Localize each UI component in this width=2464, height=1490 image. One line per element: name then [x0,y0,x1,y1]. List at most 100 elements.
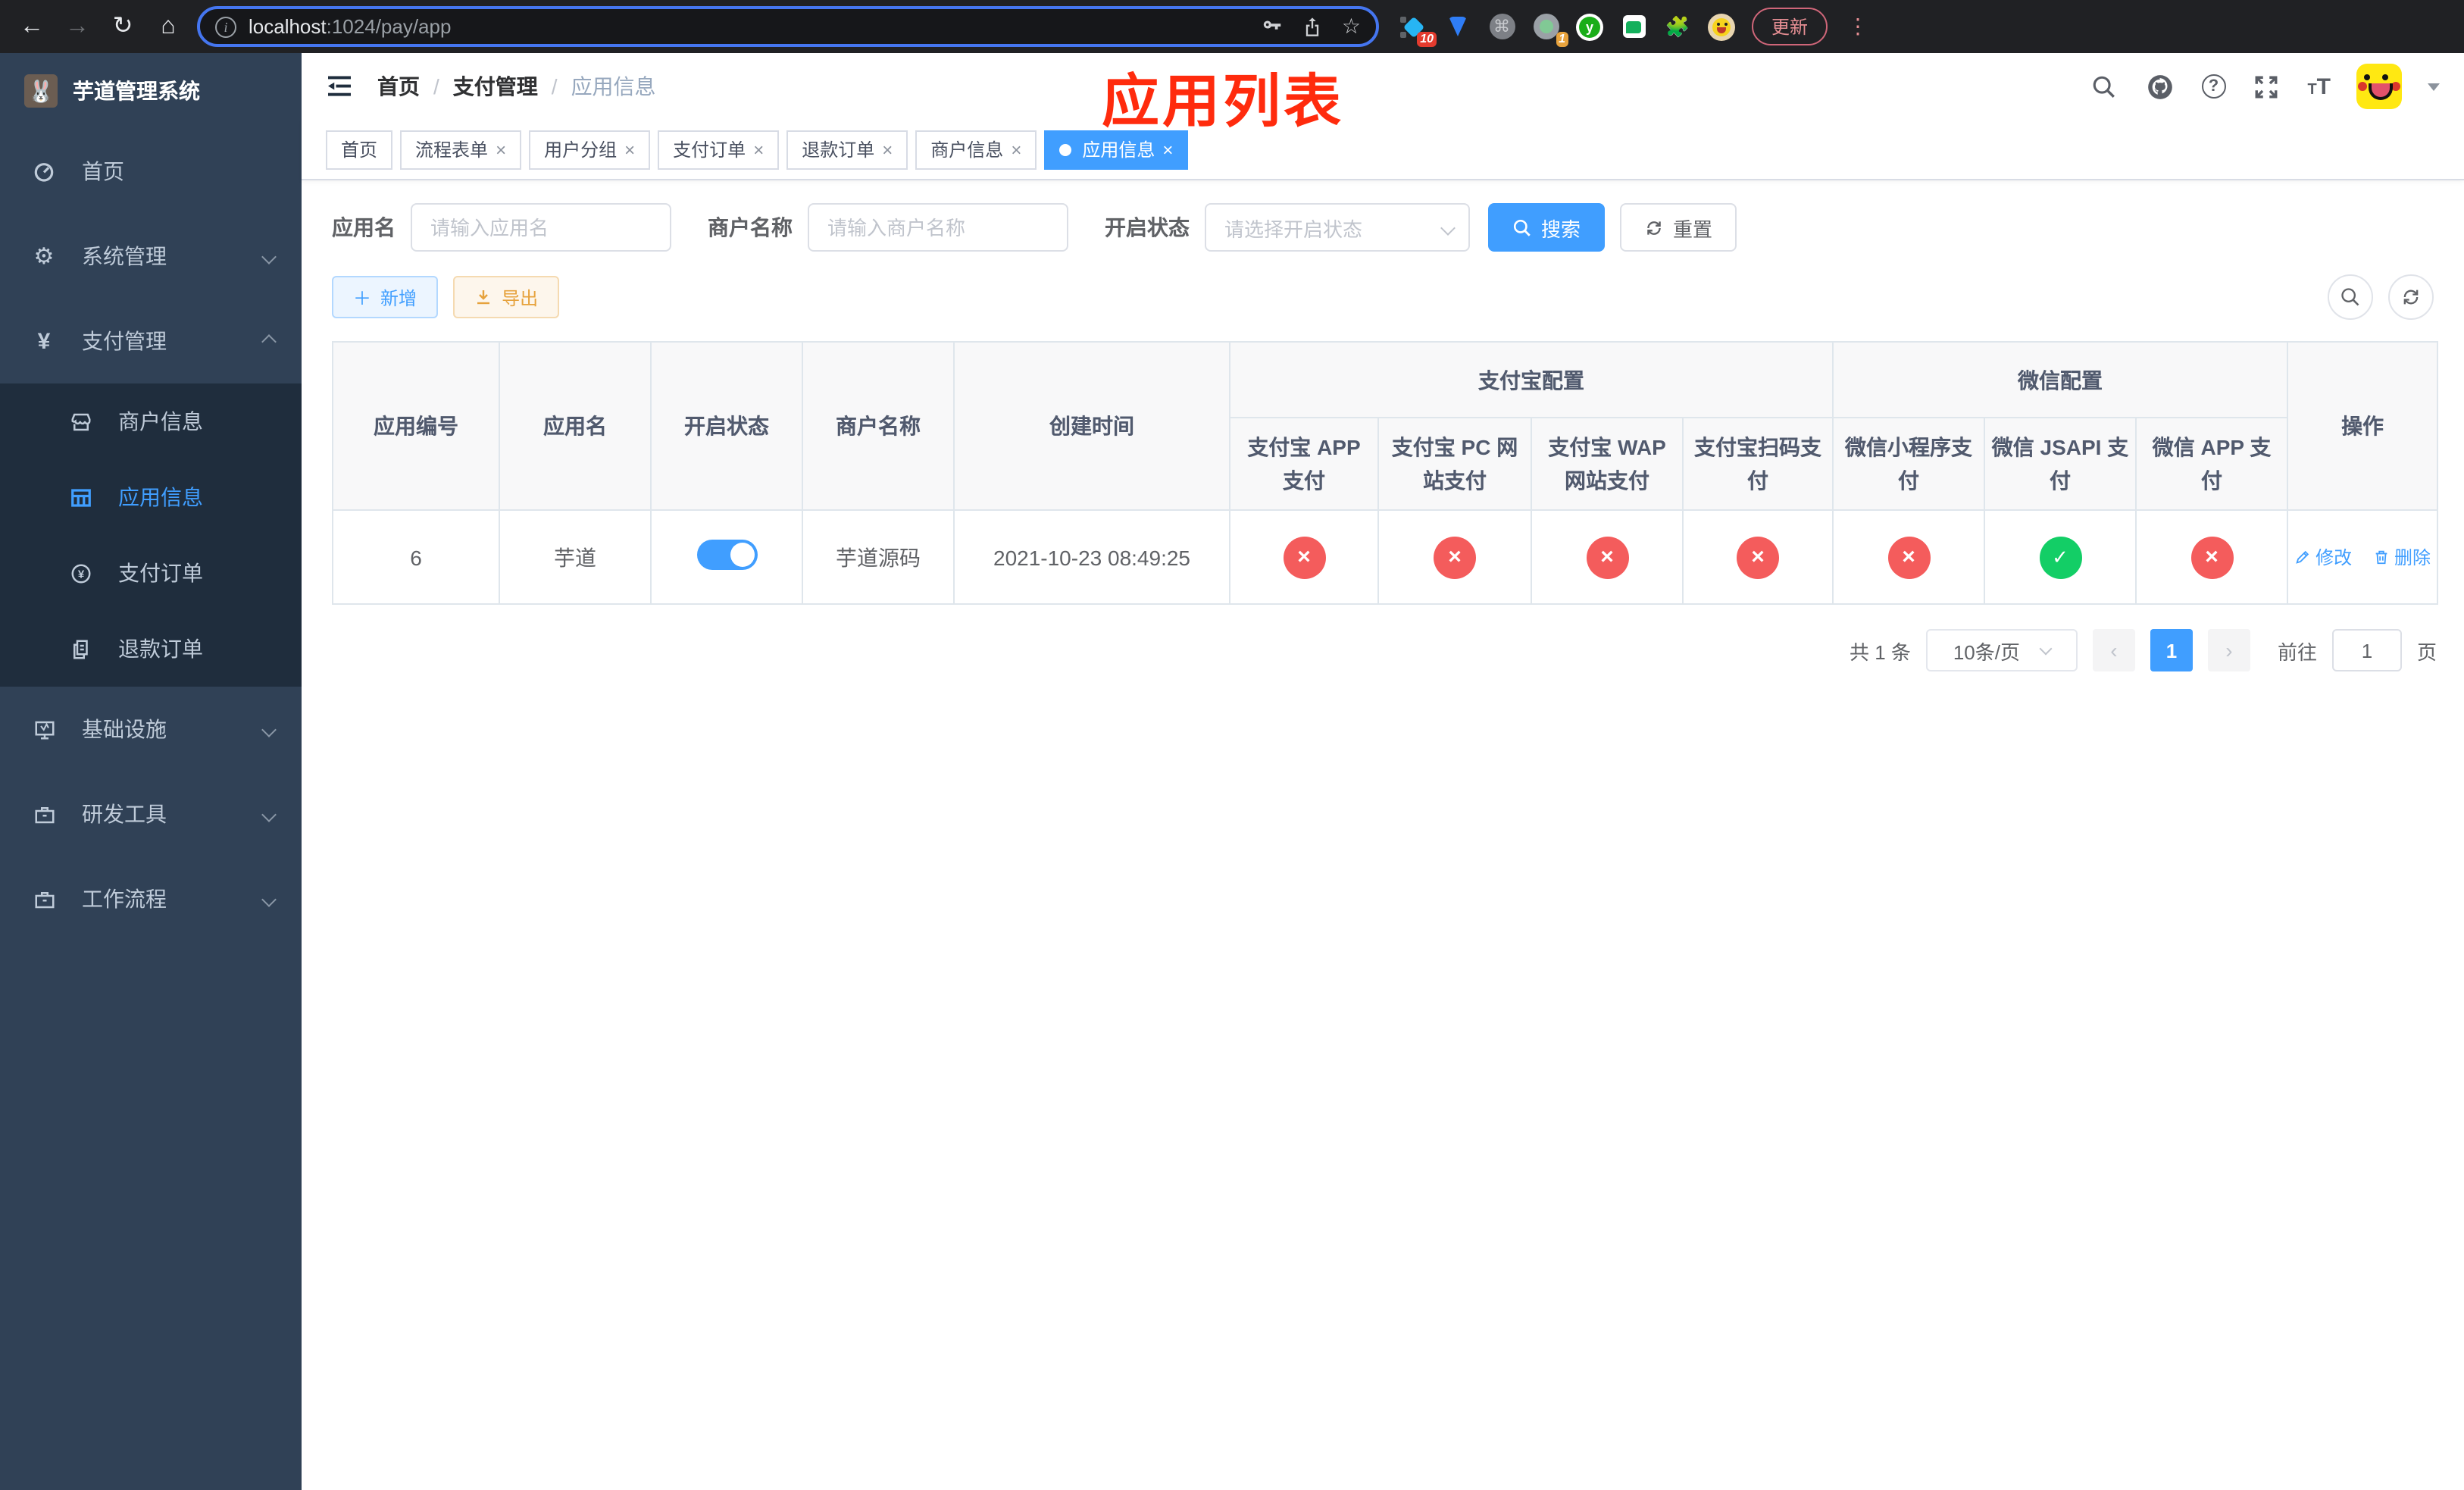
next-page-button[interactable]: › [2207,629,2250,671]
github-icon[interactable] [2145,71,2175,102]
site-info-icon[interactable]: i [215,16,236,37]
delete-link[interactable]: 删除 [2373,544,2431,570]
extensions-tray: 10 ⌘ 1 y 🧩 更新 ⋮ [1400,8,1871,46]
chevron-down-icon [261,249,277,264]
tab-process-form[interactable]: 流程表单 × [400,130,522,169]
tab-pay-order[interactable]: 支付订单 × [658,130,780,169]
page-size-select[interactable]: 10条/页 [1925,629,2078,671]
address-bar[interactable]: i localhost:1024/pay/app ☆ [197,6,1379,47]
export-button[interactable]: 导出 [453,276,560,318]
close-tab-icon[interactable]: × [624,139,635,160]
extension-kite-icon[interactable] [1444,13,1471,40]
search-filter-form: 应用名 商户名称 开启状态 请选择开启状态 搜索 重置 [332,203,2434,252]
fullscreen-icon[interactable] [2251,71,2281,102]
sidebar-item-infrastructure[interactable]: 基础设施 [0,687,302,772]
sidebar: 🐰 芋道管理系统 首页 ⚙ 系统管理 ¥ 支付管理 商户信息 应用信息 ¥ 支付… [0,53,302,1490]
close-tab-icon[interactable]: × [753,139,764,160]
alipay-qr-disabled-icon [1737,536,1779,578]
merchant-name-input[interactable] [808,203,1068,252]
close-tab-icon[interactable]: × [1011,139,1021,160]
tab-merchant-info[interactable]: 商户信息 × [915,130,1037,169]
prev-page-button[interactable]: ‹ [2092,629,2135,671]
font-size-icon[interactable]: TT [2307,74,2331,99]
sidebar-item-home[interactable]: 首页 [0,129,302,214]
tab-refund-order[interactable]: 退款订单 × [786,130,908,169]
browser-reload-icon[interactable]: ↻ [106,14,139,39]
status-toggle[interactable] [696,540,757,570]
sidebar-item-label: 应用信息 [118,485,203,509]
tab-label: 退款订单 [802,139,875,161]
browser-profile-avatar[interactable] [1708,13,1735,40]
extension-badge: 10 [1417,31,1437,46]
toolbox-icon [30,803,58,825]
breadcrumb-payment[interactable]: 支付管理 [453,71,538,102]
user-menu-caret-icon[interactable] [2428,83,2440,90]
page-size-value: 10条/页 [1953,640,2020,663]
browser-menu-icon[interactable]: ⋮ [1844,14,1871,39]
close-tab-icon[interactable]: × [1162,139,1173,160]
status-select[interactable]: 请选择开启状态 [1205,203,1470,252]
col-app-name: 应用名 [499,341,652,511]
url-text[interactable]: localhost:1024/pay/app [249,15,1249,38]
add-button[interactable]: ＋ 新增 [332,276,439,318]
share-icon[interactable] [1302,15,1324,38]
help-icon[interactable]: ? [2201,74,2226,99]
tab-user-group[interactable]: 用户分组 × [529,130,651,169]
sidebar-item-pay-order[interactable]: ¥ 支付订单 [0,535,302,611]
sidebar-fold-icon[interactable] [326,74,353,99]
extension-diamond-icon[interactable]: 10 [1400,13,1437,46]
header-search-icon[interactable] [2089,71,2119,102]
sidebar-item-app-info[interactable]: 应用信息 [0,459,302,535]
bookmark-star-icon[interactable]: ☆ [1342,14,1361,39]
tab-label: 首页 [341,139,378,161]
col-wx-app: 微信 APP 支付 [2134,417,2289,511]
close-tab-icon[interactable]: × [496,139,506,160]
sidebar-item-refund-order[interactable]: 退款订单 [0,611,302,687]
alipay-pc-disabled-icon [1434,536,1476,578]
edit-link[interactable]: 修改 [2294,544,2352,570]
user-avatar[interactable] [2356,64,2402,109]
breadcrumb-separator: / [551,74,558,99]
page-number-1[interactable]: 1 [2150,629,2193,671]
search-button-label: 搜索 [1541,218,1581,240]
sidebar-item-workflow[interactable]: 工作流程 [0,856,302,941]
extensions-puzzle-icon[interactable]: 🧩 [1664,13,1691,40]
alipay-app-disabled-icon [1283,536,1325,578]
browser-home-icon[interactable]: ⌂ [152,14,185,39]
plus-icon: ＋ [353,287,372,308]
sidebar-item-label: 工作流程 [82,887,167,911]
toggle-search-icon[interactable] [2328,274,2373,320]
sidebar-item-system[interactable]: ⚙ 系统管理 [0,214,302,299]
sidebar-item-dev-tools[interactable]: 研发工具 [0,772,302,856]
extension-chat-icon[interactable] [1620,13,1647,40]
alipay-wap-disabled-icon [1586,536,1628,578]
extension-command-icon[interactable]: ⌘ [1488,13,1515,40]
cell-app-id: 6 [332,509,500,605]
app-name-input[interactable] [411,203,671,252]
col-alipay-wap: 支付宝 WAP 网站支付 [1531,417,1684,511]
goto-label: 前往 [2277,640,2317,663]
close-tab-icon[interactable]: × [882,139,893,160]
sidebar-logo[interactable]: 🐰 芋道管理系统 [0,53,302,129]
sidebar-item-payment[interactable]: ¥ 支付管理 [0,299,302,383]
breadcrumb-home[interactable]: 首页 [377,71,420,102]
browser-update-button[interactable]: 更新 [1752,8,1828,45]
goto-page-input[interactable] [2331,629,2402,671]
dashboard-icon [30,159,58,183]
reset-button[interactable]: 重置 [1620,203,1737,252]
browser-toolbar: ← → ↻ ⌂ i localhost:1024/pay/app ☆ 10 ⌘ … [0,0,2464,53]
browser-forward-icon[interactable]: → [61,14,94,39]
refresh-table-icon[interactable] [2388,274,2434,320]
tab-home[interactable]: 首页 [326,130,393,169]
tags-view-bar: 首页 流程表单 × 用户分组 × 支付订单 × 退款订单 × 商户信息 × 应用信息 × [302,120,2464,180]
browser-back-icon[interactable]: ← [15,14,48,39]
monitor-icon [30,718,58,740]
col-created: 创建时间 [953,341,1230,511]
reset-button-label: 重置 [1673,218,1713,240]
sidebar-item-merchant-info[interactable]: 商户信息 [0,383,302,459]
search-button[interactable]: 搜索 [1488,203,1606,252]
password-key-icon[interactable] [1262,15,1284,38]
extension-recorder-icon[interactable]: 1 [1532,13,1568,46]
logo-rabbit-image: 🐰 [24,74,58,108]
extension-y-icon[interactable]: y [1576,13,1603,40]
